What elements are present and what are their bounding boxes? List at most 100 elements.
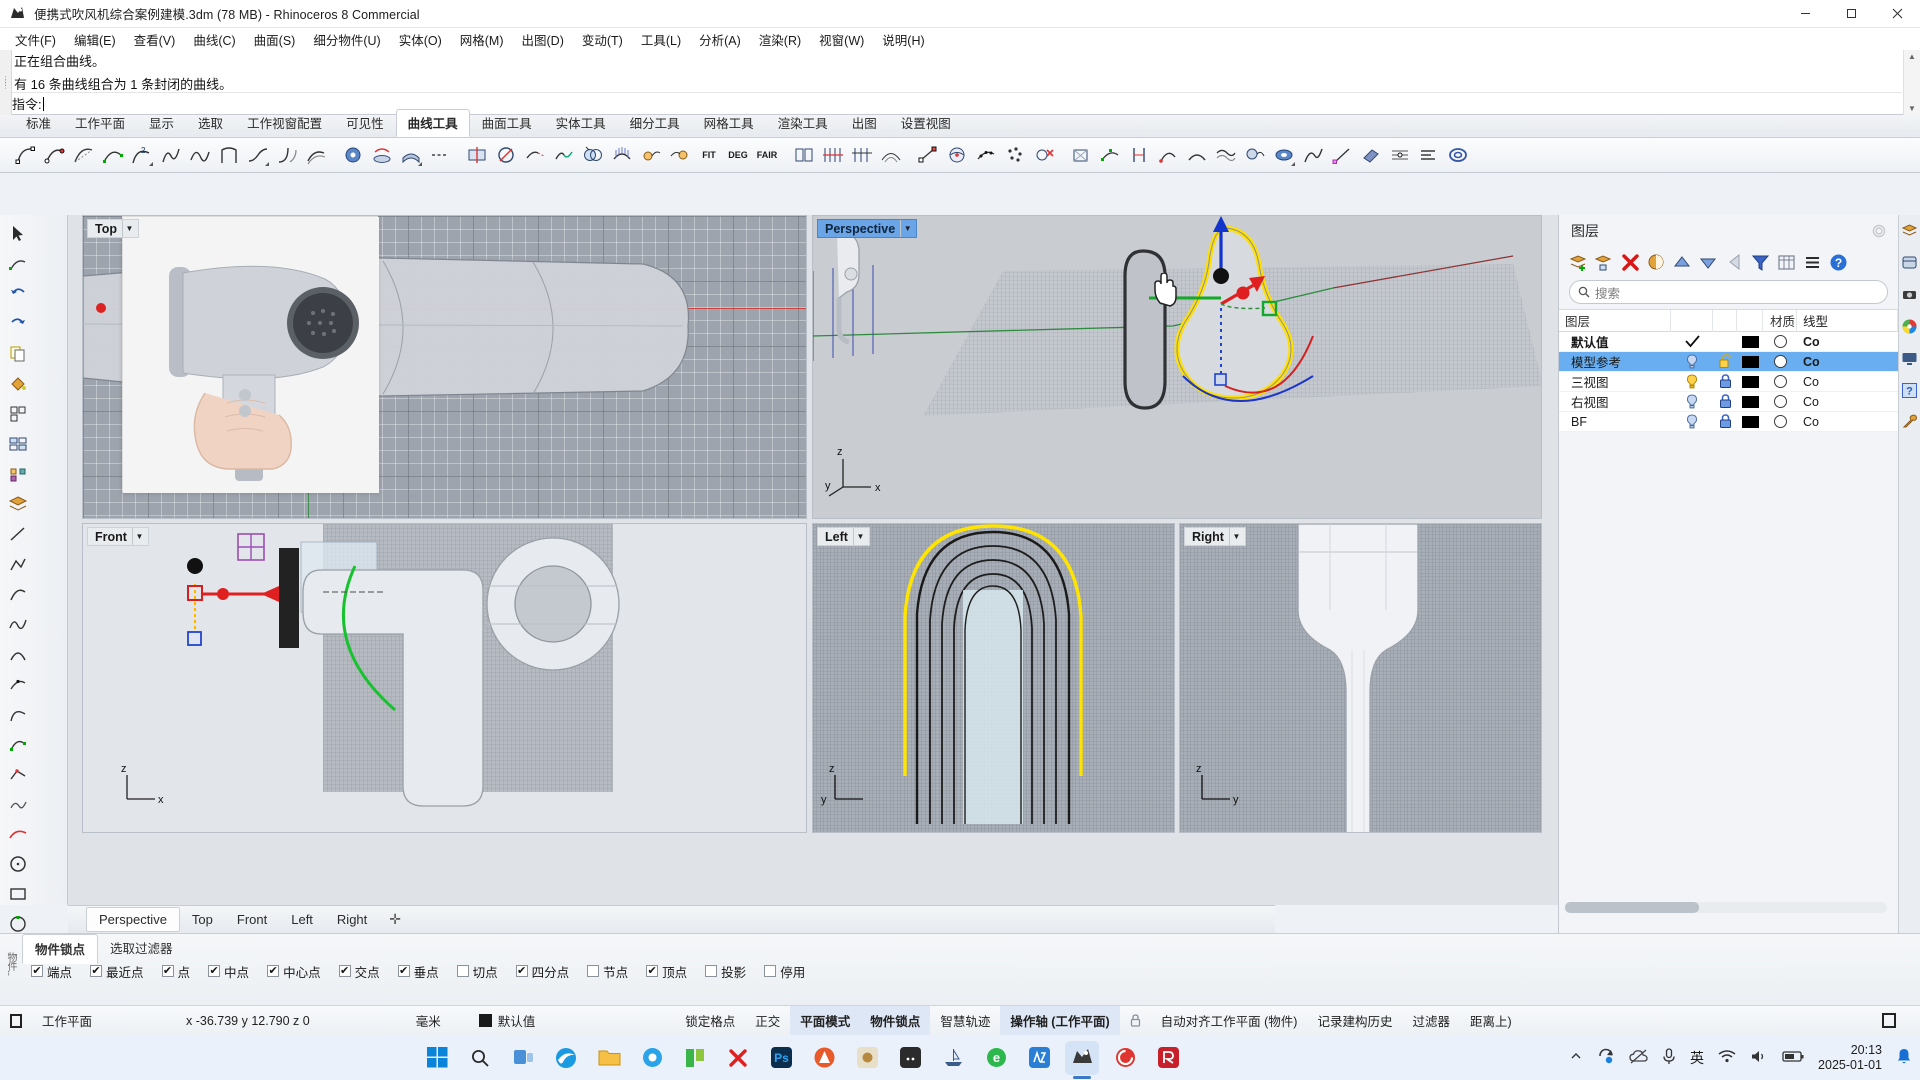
status-units[interactable]: 毫米 — [406, 1011, 451, 1030]
current-layer-check-icon[interactable] — [1671, 335, 1713, 348]
layer-linetype[interactable]: Co — [1797, 375, 1898, 389]
conic-tool-icon[interactable] — [2, 699, 34, 729]
spiral-icon[interactable] — [186, 141, 214, 169]
join-curve-icon[interactable] — [550, 141, 578, 169]
media-icon[interactable] — [850, 1041, 884, 1075]
search-icon[interactable] — [463, 1041, 497, 1075]
contour-icon[interactable] — [877, 141, 905, 169]
chevron-down-icon[interactable]: ▼ — [121, 220, 136, 237]
status-record-history[interactable]: 记录建构历史 — [1307, 1011, 1402, 1030]
extend-curve-icon[interactable] — [521, 141, 549, 169]
curvature-continuity-icon[interactable] — [637, 141, 665, 169]
layer-color-swatch[interactable] — [1737, 355, 1763, 368]
polyline-icon[interactable] — [12, 141, 40, 169]
split-icon[interactable] — [463, 141, 491, 169]
status-frame-icon[interactable] — [0, 1013, 32, 1028]
fair-curve-icon[interactable]: FAIR — [753, 141, 781, 169]
tab-set-view[interactable]: 设置视图 — [889, 109, 963, 137]
freeform-curve-icon[interactable] — [2, 609, 34, 639]
curvature-graph-icon[interactable] — [608, 141, 636, 169]
menu-file[interactable]: 文件(F) — [6, 28, 65, 51]
photoshop-icon[interactable]: Ps — [764, 1041, 798, 1075]
viewport-top[interactable]: Top ▼ — [82, 215, 807, 519]
tab-select[interactable]: 选取 — [186, 109, 235, 137]
tab-surface-tools[interactable]: 曲面工具 — [470, 109, 544, 137]
layer-visibility-bulb-icon[interactable] — [1671, 394, 1713, 409]
tab-drafting[interactable]: 出图 — [840, 109, 889, 137]
new-layer-icon[interactable] — [1566, 250, 1590, 274]
status-toggle-grid-snap[interactable]: 锁定格点 — [675, 1011, 745, 1030]
status-filter[interactable]: 过滤器 — [1402, 1011, 1460, 1030]
curve-deviation-icon[interactable] — [666, 141, 694, 169]
ime-english-icon[interactable]: 英 — [1690, 1048, 1704, 1068]
status-current-layer[interactable]: 默认值 — [469, 1011, 546, 1030]
autodesk-icon[interactable] — [807, 1041, 841, 1075]
osnap-knot-checkbox[interactable] — [587, 965, 600, 977]
microphone-icon[interactable] — [1662, 1047, 1676, 1068]
redo-icon[interactable] — [2, 309, 34, 339]
osnap-knot[interactable]: 节点 — [578, 962, 637, 981]
layer-visibility-bulb-icon[interactable] — [1671, 414, 1713, 429]
wifi-icon[interactable] — [1718, 1049, 1736, 1066]
line-tool-icon[interactable] — [2, 519, 34, 549]
section-curve-icon[interactable] — [848, 141, 876, 169]
e-browser-icon[interactable]: e — [979, 1041, 1013, 1075]
cat-app-icon[interactable] — [893, 1041, 927, 1075]
layer-color-swatch[interactable] — [1737, 335, 1763, 348]
display-rail-icon[interactable] — [1901, 349, 1919, 367]
clock[interactable]: 20:13 2025-01-01 — [1818, 1043, 1882, 1073]
osnap-point[interactable]: 点 — [153, 962, 200, 981]
chevron-down-icon[interactable]: ▼ — [852, 528, 867, 545]
layer-search-box[interactable]: 搜索 — [1569, 280, 1888, 304]
tab-standard[interactable]: 标准 — [14, 109, 63, 137]
layer-color-swatch[interactable] — [1737, 415, 1763, 428]
status-lock-icon[interactable] — [1120, 1014, 1151, 1027]
osnap-mid[interactable]: 中点 — [199, 962, 258, 981]
undo-icon[interactable] — [2, 279, 34, 309]
cross-section-icon[interactable] — [819, 141, 847, 169]
sketch-curve-icon[interactable] — [2, 789, 34, 819]
new-sublayer-icon[interactable] — [1592, 250, 1616, 274]
viewport-label-top[interactable]: Top ▼ — [87, 219, 139, 238]
material-icon[interactable] — [1763, 395, 1797, 408]
select-curve-icon[interactable] — [2, 249, 34, 279]
ribbon-icon[interactable] — [1357, 141, 1385, 169]
osnap-center-checkbox[interactable] — [267, 965, 280, 977]
menu-view[interactable]: 查看(V) — [125, 28, 185, 51]
menu-solid[interactable]: 实体(O) — [390, 28, 451, 51]
move-layer-up-icon[interactable] — [1670, 250, 1694, 274]
curve-boolean-icon[interactable] — [579, 141, 607, 169]
dimension-icon[interactable] — [1386, 141, 1414, 169]
rectangle-tool-icon[interactable] — [2, 879, 34, 909]
layer-linetype[interactable]: Co — [1797, 335, 1898, 349]
viewport-label-right[interactable]: Right ▼ — [1184, 527, 1246, 546]
tangent-line-icon[interactable] — [1328, 141, 1356, 169]
status-toggle-ortho[interactable]: 正交 — [745, 1011, 790, 1030]
layer-manager-icon[interactable] — [2, 489, 34, 519]
layer-visibility-bulb-icon[interactable] — [1671, 374, 1713, 389]
reference-image-overlay[interactable] — [122, 216, 379, 493]
chevron-down-icon[interactable]: ▼ — [1228, 528, 1243, 545]
status-toggle-osnap[interactable]: 物件锁点 — [860, 1005, 931, 1036]
menu-surface[interactable]: 曲面(S) — [245, 28, 305, 51]
layers-horizontal-scrollbar[interactable] — [1565, 902, 1887, 913]
menu-subd[interactable]: 细分物件(U) — [304, 28, 389, 51]
layer-linetype[interactable]: Co — [1797, 355, 1898, 369]
grid-snap-icon[interactable] — [2, 399, 34, 429]
osnap-quad-checkbox[interactable] — [515, 965, 528, 977]
rail-revolve-icon[interactable] — [1299, 141, 1327, 169]
osnap-int[interactable]: 交点 — [330, 962, 389, 981]
gear-icon[interactable] — [1872, 224, 1886, 238]
control-point-curve-icon[interactable] — [99, 141, 127, 169]
pull-curve-icon[interactable] — [1154, 141, 1182, 169]
interp-curve-icon[interactable] — [70, 141, 98, 169]
copy-paste-icon[interactable] — [2, 339, 34, 369]
layer-locked-icon[interactable] — [1713, 374, 1737, 389]
osnap-point-checkbox[interactable] — [161, 965, 174, 977]
curve-edit-points-icon[interactable] — [1096, 141, 1124, 169]
task-view-icon[interactable] — [506, 1041, 540, 1075]
delete-point-icon[interactable] — [1030, 141, 1058, 169]
scroll-down-icon[interactable]: ▼ — [1904, 102, 1920, 115]
material-icon[interactable] — [1763, 335, 1797, 348]
osnap-mid-checkbox[interactable] — [208, 965, 221, 977]
